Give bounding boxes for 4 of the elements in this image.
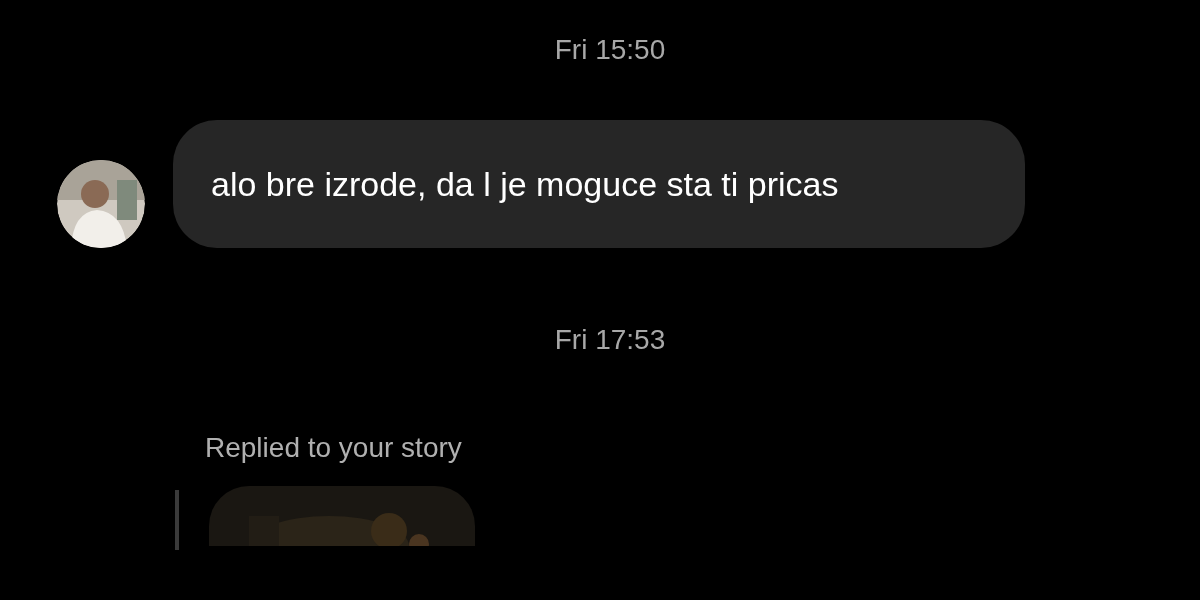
timestamp: Fri 17:53 [554, 323, 666, 357]
message-bubble: alo bre izrode, da l je moguce sta ti pricas [173, 120, 1025, 248]
timestamp: Fri 15:50 [554, 33, 666, 67]
reply-label: Replied to your story [205, 431, 463, 465]
